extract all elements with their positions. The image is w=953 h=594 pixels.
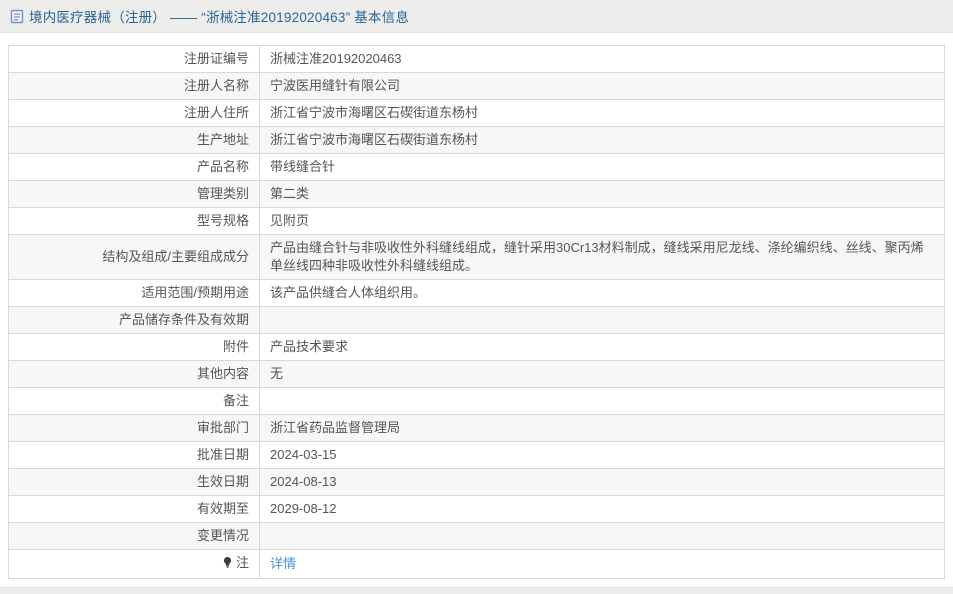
document-icon (10, 9, 24, 24)
table-row: 产品名称 带线缝合针 (8, 153, 945, 181)
table-row: 注册证编号 浙械注准20192020463 (8, 45, 945, 73)
table-row: 注详情 (8, 549, 945, 579)
row-label: 有效期至 (8, 495, 260, 523)
row-value: 2029-08-12 (259, 495, 945, 523)
row-value: 浙江省宁波市海曙区石碶街道东杨村 (259, 99, 945, 127)
row-label: 备注 (8, 387, 260, 415)
page-title: 境内医疗器械（注册） —— “浙械注准20192020463” 基本信息 (29, 10, 410, 25)
row-value: 2024-08-13 (259, 468, 945, 496)
table-row: 备注 (8, 387, 945, 415)
row-label: 注 (8, 549, 260, 579)
row-value: 第二类 (259, 180, 945, 208)
row-value: 浙江省宁波市海曙区石碶街道东杨村 (259, 126, 945, 154)
row-label: 产品名称 (8, 153, 260, 181)
info-table: 注册证编号 浙械注准20192020463 注册人名称 宁波医用缝针有限公司 注册人住所… (8, 45, 945, 579)
row-label: 批准日期 (8, 441, 260, 469)
table-row: 结构及组成/主要组成成分 产品由缝合针与非吸收性外科缝线组成，缝针采用30Cr13… (8, 234, 945, 280)
page-header: 境内医疗器械（注册） —— “浙械注准20192020463” 基本信息 (0, 0, 953, 33)
row-value (259, 522, 945, 550)
row-label: 型号规格 (8, 207, 260, 235)
row-value: 浙械注准20192020463 (259, 45, 945, 73)
row-value: 2024-03-15 (259, 441, 945, 469)
table-row: 生效日期 2024-08-13 (8, 468, 945, 496)
table-row: 注册人名称 宁波医用缝针有限公司 (8, 72, 945, 100)
row-value: 产品技术要求 (259, 333, 945, 361)
table-row: 适用范围/预期用途 该产品供缝合人体组织用。 (8, 279, 945, 307)
bulb-icon (222, 556, 233, 574)
row-label: 其他内容 (8, 360, 260, 388)
table-row: 其他内容无 (8, 360, 945, 388)
row-label: 生产地址 (8, 126, 260, 154)
details-link[interactable]: 详情 (270, 556, 296, 571)
table-row: 附件 产品技术要求 (8, 333, 945, 361)
row-label: 注册人名称 (8, 72, 260, 100)
row-value: 浙江省药品监督管理局 (259, 414, 945, 442)
row-value: 带线缝合针 (259, 153, 945, 181)
row-label: 适用范围/预期用途 (8, 279, 260, 307)
row-label: 审批部门 (8, 414, 260, 442)
row-label: 变更情况 (8, 522, 260, 550)
row-label: 结构及组成/主要组成成分 (8, 234, 260, 280)
table-row: 生产地址 浙江省宁波市海曙区石碶街道东杨村 (8, 126, 945, 154)
row-label: 生效日期 (8, 468, 260, 496)
table-row: 变更情况 (8, 522, 945, 550)
table-row: 型号规格 见附页 (8, 207, 945, 235)
row-value: 无 (259, 360, 945, 388)
row-value: 详情 (259, 549, 945, 579)
table-row: 产品储存条件及有效期 (8, 306, 945, 334)
row-label: 注册证编号 (8, 45, 260, 73)
row-value (259, 387, 945, 415)
row-label: 注册人住所 (8, 99, 260, 127)
table-row: 有效期至 2029-08-12 (8, 495, 945, 523)
row-label: 产品储存条件及有效期 (8, 306, 260, 334)
table-row: 批准日期 2024-03-15 (8, 441, 945, 469)
footer-strip (0, 587, 953, 594)
row-value: 宁波医用缝针有限公司 (259, 72, 945, 100)
table-row: 管理类别 第二类 (8, 180, 945, 208)
table-row: 注册人住所 浙江省宁波市海曙区石碶街道东杨村 (8, 99, 945, 127)
row-value (259, 306, 945, 334)
row-label: 附件 (8, 333, 260, 361)
row-value: 产品由缝合针与非吸收性外科缝线组成，缝针采用30Cr13材料制成，缝线采用尼龙线… (259, 234, 945, 280)
table-row: 审批部门 浙江省药品监督管理局 (8, 414, 945, 442)
row-value: 该产品供缝合人体组织用。 (259, 279, 945, 307)
row-value: 见附页 (259, 207, 945, 235)
row-label: 管理类别 (8, 180, 260, 208)
